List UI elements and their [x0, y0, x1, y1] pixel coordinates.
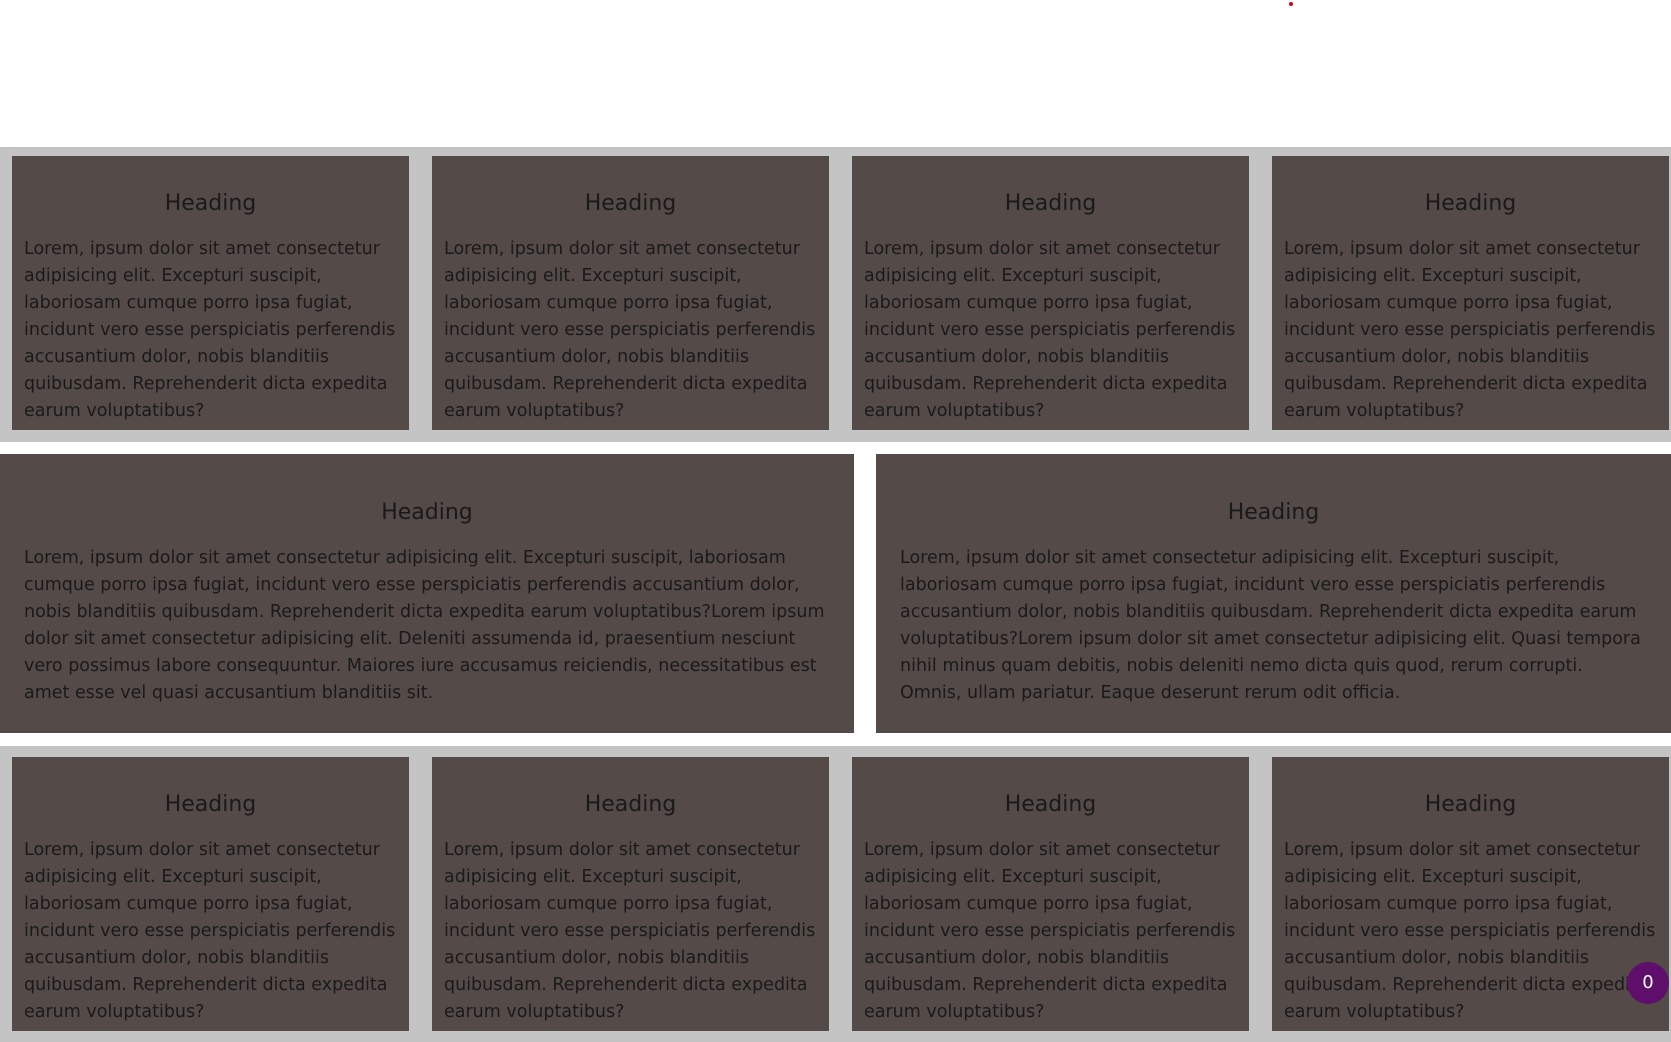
card-heading: Heading [584, 792, 677, 817]
bottom-card-2: Heading Lorem, ipsum dolor sit amet cons… [432, 757, 829, 1031]
card-text: Lorem, ipsum dolor sit amet consectetur … [444, 239, 816, 421]
card-text: Lorem, ipsum dolor sit amet consectetur … [24, 840, 396, 1022]
card-heading: Heading [584, 191, 677, 216]
card-text: Lorem, ipsum dolor sit amet consectetur … [1284, 840, 1656, 1022]
card-text: Lorem, ipsum dolor sit amet consectetur … [1284, 239, 1656, 421]
red-dot [1289, 2, 1293, 6]
card-heading: Heading [381, 500, 473, 525]
card-text: Lorem, ipsum dolor sit amet consectetur … [444, 840, 816, 1022]
top-card-3: Heading Lorem, ipsum dolor sit amet cons… [852, 156, 1249, 430]
card-heading: Heading [1004, 792, 1097, 817]
top-card-4: Heading Lorem, ipsum dolor sit amet cons… [1272, 156, 1669, 430]
card-heading: Heading [164, 191, 257, 216]
card-text: Lorem, ipsum dolor sit amet consectetur … [864, 840, 1236, 1022]
card-text: Lorem, ipsum dolor sit amet consectetur … [24, 239, 396, 421]
card-text: Lorem, ipsum dolor sit amet consectetur … [24, 548, 825, 703]
top-card-1: Heading Lorem, ipsum dolor sit amet cons… [12, 156, 409, 430]
card-text: Lorem, ipsum dolor sit amet consectetur … [864, 239, 1236, 421]
card-heading: Heading [164, 792, 257, 817]
bottom-card-3: Heading Lorem, ipsum dolor sit amet cons… [852, 757, 1249, 1031]
middle-card-2: Heading Lorem, ipsum dolor sit amet cons… [876, 454, 1671, 733]
middle-card-1: Heading Lorem, ipsum dolor sit amet cons… [0, 454, 854, 733]
card-heading: Heading [1424, 792, 1517, 817]
bottom-card-4: Heading Lorem, ipsum dolor sit amet cons… [1272, 757, 1669, 1031]
card-text: Lorem, ipsum dolor sit amet consectetur … [900, 548, 1641, 703]
card-heading: Heading [1424, 191, 1517, 216]
card-heading: Heading [1004, 191, 1097, 216]
bottom-card-1: Heading Lorem, ipsum dolor sit amet cons… [12, 757, 409, 1031]
top-card-2: Heading Lorem, ipsum dolor sit amet cons… [432, 156, 829, 430]
card-heading: Heading [1227, 500, 1320, 525]
counter-badge[interactable]: 0 [1627, 962, 1669, 1004]
page: Heading Lorem, ipsum dolor sit amet cons… [0, 0, 1671, 1042]
